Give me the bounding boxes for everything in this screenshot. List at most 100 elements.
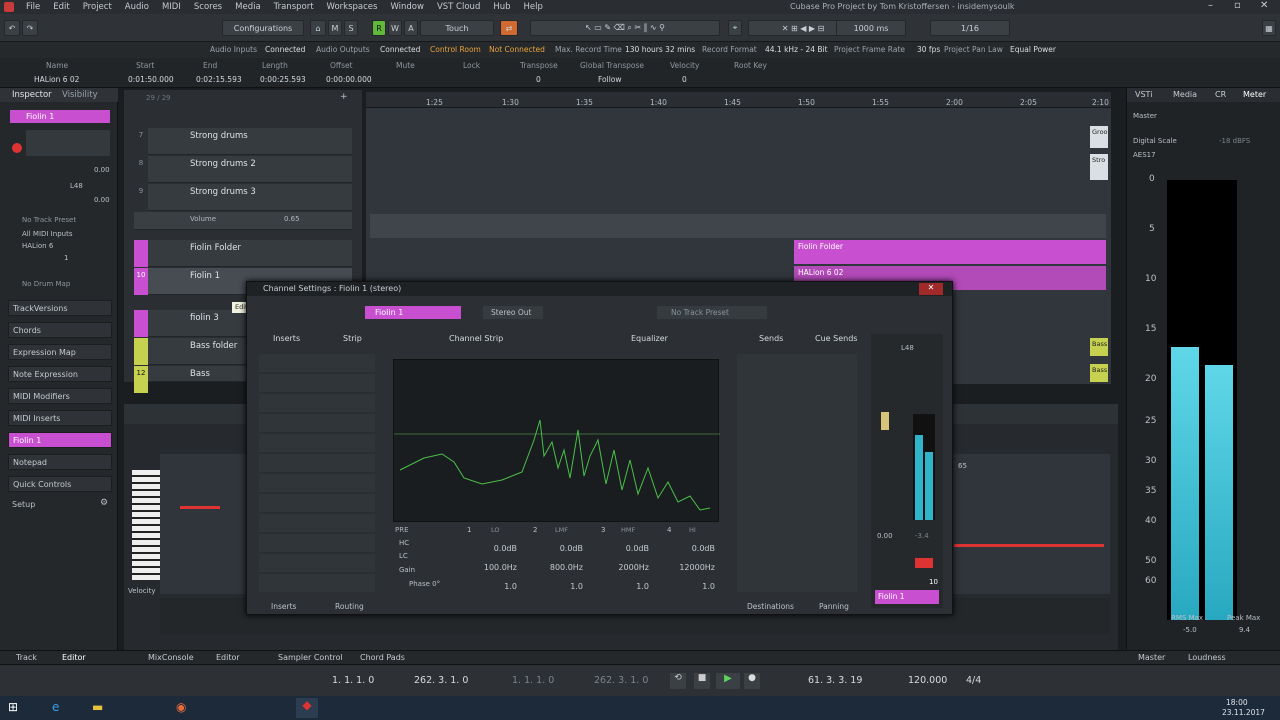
eq-q-4[interactable]: 1.0 xyxy=(671,582,715,591)
equalizer-header[interactable]: Equalizer xyxy=(631,334,668,348)
volume-automation-value[interactable]: 0.65 xyxy=(284,215,300,223)
piano-keyboard[interactable] xyxy=(132,470,160,580)
menu-item[interactable]: Hub xyxy=(493,2,510,12)
frame-rate-value[interactable]: 30 fps xyxy=(917,45,940,54)
project-overview-icon[interactable]: ▦ xyxy=(1262,20,1276,36)
pan-value[interactable]: L48 xyxy=(70,182,83,190)
menu-item[interactable]: Project xyxy=(83,2,112,12)
offset-value[interactable]: 0:00:00.000 xyxy=(326,75,372,84)
low-cut-label[interactable]: LC xyxy=(399,552,408,560)
volume-fader-handle[interactable] xyxy=(881,412,889,430)
sends-header[interactable]: Sends xyxy=(759,334,783,348)
menu-item[interactable]: Help xyxy=(524,2,543,12)
footer-routing-tab[interactable]: Routing xyxy=(335,602,364,611)
redo-icon[interactable]: ↷ xyxy=(22,20,38,36)
menu-item[interactable]: Window xyxy=(390,2,424,12)
stop-icon[interactable]: ■ xyxy=(694,673,710,689)
menu-item[interactable]: Scores xyxy=(194,2,222,12)
midi-note[interactable] xyxy=(954,544,1104,547)
inserts-header[interactable]: Inserts xyxy=(273,334,300,348)
eq-band-2[interactable]: 2 xyxy=(533,526,537,534)
project-position[interactable]: 61. 3. 3. 19 xyxy=(808,675,862,686)
channel-settings-titlebar[interactable]: Channel Settings : Fiolin 1 (stereo) ✕ xyxy=(247,282,952,296)
name-value[interactable]: HALion 6 02 xyxy=(34,75,79,84)
eq-curve-display[interactable] xyxy=(393,359,720,522)
left-locator[interactable]: 1. 1. 1. 0 xyxy=(332,675,374,686)
track-preset-select[interactable]: No Track Preset xyxy=(22,216,76,224)
eq-gain-2[interactable]: 0.0dB xyxy=(539,544,583,553)
grid-select[interactable]: 1000 ms xyxy=(836,20,906,36)
add-track-icon[interactable]: + xyxy=(340,92,348,102)
menu-item[interactable]: Media xyxy=(235,2,261,12)
channel-name-label[interactable]: Fiolin 1 xyxy=(875,590,939,604)
menu-item[interactable]: Edit xyxy=(53,2,69,12)
midi-output-select[interactable]: HALion 6 xyxy=(22,242,53,250)
punch-out-position[interactable]: 262. 3. 1. 0 xyxy=(594,675,648,686)
cubase-taskbar-icon[interactable]: ◆ xyxy=(296,698,318,718)
eq-band-3[interactable]: 3 xyxy=(601,526,605,534)
menu-item[interactable]: Transport xyxy=(274,2,314,12)
punch-in-position[interactable]: 1. 1. 1. 0 xyxy=(512,675,554,686)
output-routing-select[interactable]: Stereo Out xyxy=(483,306,543,319)
record-enable-icon[interactable] xyxy=(12,143,22,153)
tab-cr[interactable]: CR xyxy=(1215,90,1226,99)
maximize-icon[interactable]: ▫ xyxy=(1234,0,1241,11)
tab-mixconsole[interactable]: MixConsole xyxy=(148,653,194,662)
minimize-icon[interactable]: – xyxy=(1208,0,1213,11)
eq-q-1[interactable]: 1.0 xyxy=(473,582,517,591)
send-slots[interactable] xyxy=(737,354,857,592)
channel-volume-value[interactable]: 0.00 xyxy=(877,532,893,540)
high-cut-label[interactable]: HC xyxy=(399,539,409,547)
snap-icon[interactable]: ⌖ xyxy=(728,20,742,36)
section-notepad[interactable]: Notepad xyxy=(8,454,112,470)
eq-q-2[interactable]: 1.0 xyxy=(539,582,583,591)
track-row[interactable]: 7 Strong drums xyxy=(134,128,352,155)
lock-icon[interactable]: ⌂ xyxy=(310,20,326,36)
firefox-icon[interactable]: ◉ xyxy=(176,700,192,716)
section-note-expression[interactable]: Note Expression xyxy=(8,366,112,382)
end-value[interactable]: 0:02:15.593 xyxy=(196,75,242,84)
length-value[interactable]: 0:00:25.593 xyxy=(260,75,306,84)
footer-destinations-tab[interactable]: Destinations xyxy=(747,602,794,611)
solo-mode-button[interactable]: S xyxy=(344,20,358,36)
cue-sends-header[interactable]: Cue Sends xyxy=(815,334,857,348)
eq-freq-1[interactable]: 100.0Hz xyxy=(469,563,517,572)
start-value[interactable]: 0:01:50.000 xyxy=(128,75,174,84)
eq-pre-label[interactable]: PRE xyxy=(395,526,409,534)
time-signature[interactable]: 4/4 xyxy=(966,675,981,686)
automation-mode-button[interactable]: A xyxy=(404,20,418,36)
gain-label[interactable]: Gain xyxy=(399,566,415,574)
read-mode-button[interactable]: R xyxy=(372,20,386,36)
right-part[interactable]: Groo xyxy=(1090,126,1108,148)
tab-chord-pads[interactable]: Chord Pads xyxy=(360,653,405,662)
eq-gain-4[interactable]: 0.0dB xyxy=(671,544,715,553)
menu-item[interactable]: MIDI xyxy=(162,2,181,12)
tab-track[interactable]: Track xyxy=(16,653,37,662)
section-chords[interactable]: Chords xyxy=(8,322,112,338)
delay-value[interactable]: 0.00 xyxy=(94,196,110,204)
mute-mode-button[interactable]: M xyxy=(328,20,342,36)
cycle-icon[interactable]: ⟲ xyxy=(670,673,686,689)
right-part[interactable]: Stro xyxy=(1090,154,1108,180)
channel-pan-value[interactable]: L48 xyxy=(901,344,914,352)
play-icon[interactable]: ▶ xyxy=(716,673,740,689)
tempo-value[interactable]: 120.000 xyxy=(908,675,947,686)
tab-loudness[interactable]: Loudness xyxy=(1188,653,1226,662)
velocity-value[interactable]: 0 xyxy=(682,75,687,84)
global-transpose-value[interactable]: Follow xyxy=(598,75,622,84)
eq-freq-3[interactable]: 2000Hz xyxy=(601,563,649,572)
time-ruler[interactable]: 1:25 1:30 1:35 1:40 1:45 1:50 1:55 2:00 … xyxy=(366,92,1111,108)
menu-item[interactable]: File xyxy=(26,2,40,12)
track-preset-select[interactable]: No Track Preset xyxy=(657,306,767,319)
eq-band-1[interactable]: 1 xyxy=(467,526,471,534)
control-room-value[interactable]: Not Connected xyxy=(489,45,545,54)
track-row[interactable]: 9 Strong drums 3 xyxy=(134,184,352,211)
eq-band-4[interactable]: 4 xyxy=(667,526,671,534)
close-icon[interactable]: ✕ xyxy=(1260,0,1268,11)
right-part[interactable]: Bass xyxy=(1090,338,1108,356)
undo-icon[interactable]: ↶ xyxy=(4,20,20,36)
right-locator[interactable]: 262. 3. 1. 0 xyxy=(414,675,468,686)
standard-select[interactable]: AES17 xyxy=(1133,151,1156,159)
midi-input-select[interactable]: All MIDI Inputs xyxy=(22,230,72,238)
section-midi-modifiers[interactable]: MIDI Modifiers xyxy=(8,388,112,404)
